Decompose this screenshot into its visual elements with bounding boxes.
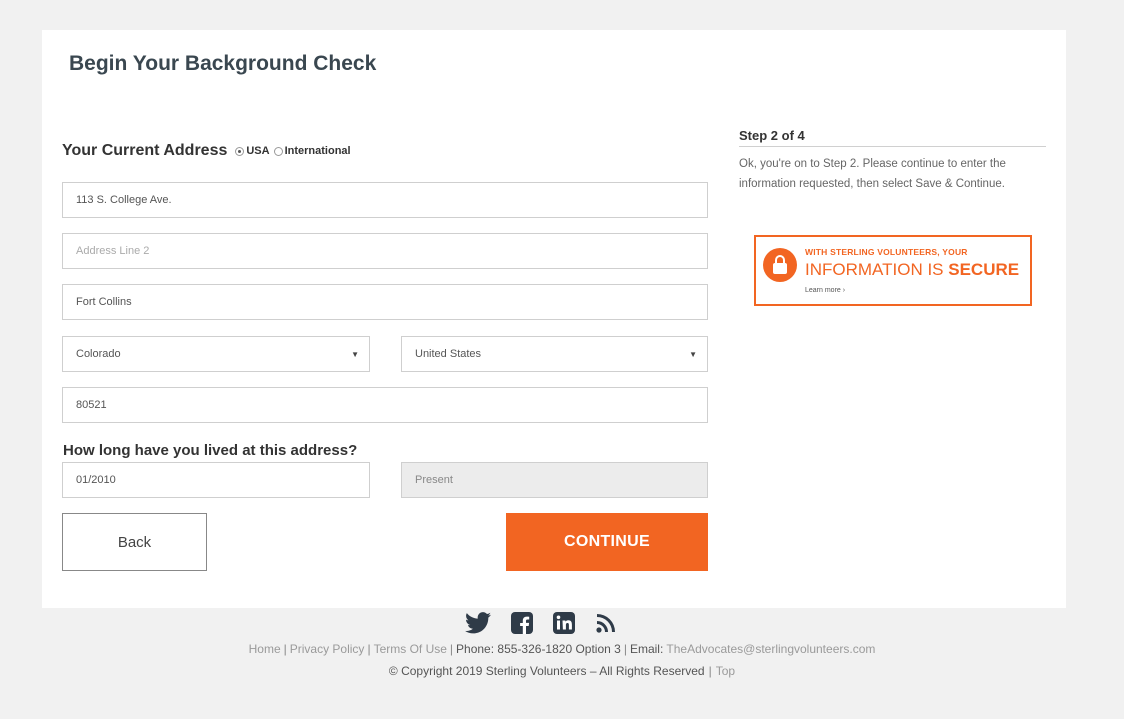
footer-email-link[interactable]: TheAdvocates@sterlingvolunteers.com	[666, 642, 875, 656]
zip-input[interactable]: 80521	[62, 387, 708, 423]
chevron-down-icon: ▼	[351, 350, 359, 359]
footer-home-link[interactable]: Home	[249, 642, 281, 656]
country-select-value: United States	[415, 348, 482, 360]
address-heading: Your Current Address USA International	[62, 142, 351, 160]
secure-banner-line2: INFORMATION IS SECURE	[805, 260, 1020, 279]
address-line2-input[interactable]: Address Line 2	[62, 233, 708, 269]
rss-icon[interactable]	[595, 612, 617, 634]
state-select-value: Colorado	[76, 348, 121, 360]
step-description: Ok, you're on to Step 2. Please continue…	[739, 158, 1006, 190]
address-heading-label: Your Current Address	[62, 142, 228, 159]
social-links	[465, 612, 617, 634]
footer-links: Home | Privacy Policy | Terms Of Use | Phone: …	[248, 642, 876, 656]
radio-international-dot[interactable]	[273, 146, 283, 156]
secure-banner[interactable]: WITH STERLING VOLUNTEERS, YOUR INFORMATI…	[754, 235, 1032, 306]
linkedin-icon[interactable]	[553, 612, 575, 634]
footer-top-link[interactable]: Top	[716, 664, 735, 678]
radio-usa[interactable]: USA	[235, 145, 270, 157]
footer-copyright: © Copyright 2019 Sterling Volunteers – A…	[388, 664, 736, 678]
secure-banner-line1: WITH STERLING VOLUNTEERS, YOUR	[805, 247, 968, 257]
continue-button[interactable]: CONTINUE	[506, 513, 708, 571]
radio-international-label: International	[284, 145, 351, 157]
footer-privacy-link[interactable]: Privacy Policy	[290, 642, 365, 656]
from-date-input[interactable]: 01/2010	[62, 462, 370, 498]
learn-more-link[interactable]: Learn more ›	[805, 287, 845, 294]
radio-usa-dot[interactable]	[235, 146, 245, 156]
footer-terms-link[interactable]: Terms Of Use	[374, 642, 447, 656]
twitter-icon[interactable]	[465, 612, 491, 634]
footer-email-label: Email:	[629, 642, 667, 656]
page-title: Begin Your Background Check	[69, 52, 377, 75]
state-select[interactable]: Colorado ▼	[62, 336, 370, 372]
chevron-down-icon: ▼	[689, 350, 697, 359]
step-sidebar: Step 2 of 4 Ok, you're on to Step 2. Ple…	[739, 128, 1046, 306]
lock-icon	[763, 248, 797, 282]
facebook-icon[interactable]	[511, 612, 533, 634]
country-select[interactable]: United States ▼	[401, 336, 708, 372]
city-input[interactable]: Fort Collins	[62, 284, 708, 320]
to-date-input: Present	[401, 462, 708, 498]
address-line1-input[interactable]: 113 S. College Ave.	[62, 182, 708, 218]
radio-usa-label: USA	[246, 145, 270, 157]
main-card: Begin Your Background Check Your Current…	[42, 30, 1066, 608]
radio-international[interactable]: International	[273, 145, 351, 157]
footer-phone: Phone: 855-326-1820 Option 3	[456, 642, 621, 656]
back-button[interactable]: Back	[62, 513, 207, 571]
duration-question: How long have you lived at this address?	[63, 442, 358, 459]
copyright-text: © Copyright 2019 Sterling Volunteers – A…	[388, 664, 705, 678]
step-title: Step 2 of 4	[739, 128, 1046, 147]
